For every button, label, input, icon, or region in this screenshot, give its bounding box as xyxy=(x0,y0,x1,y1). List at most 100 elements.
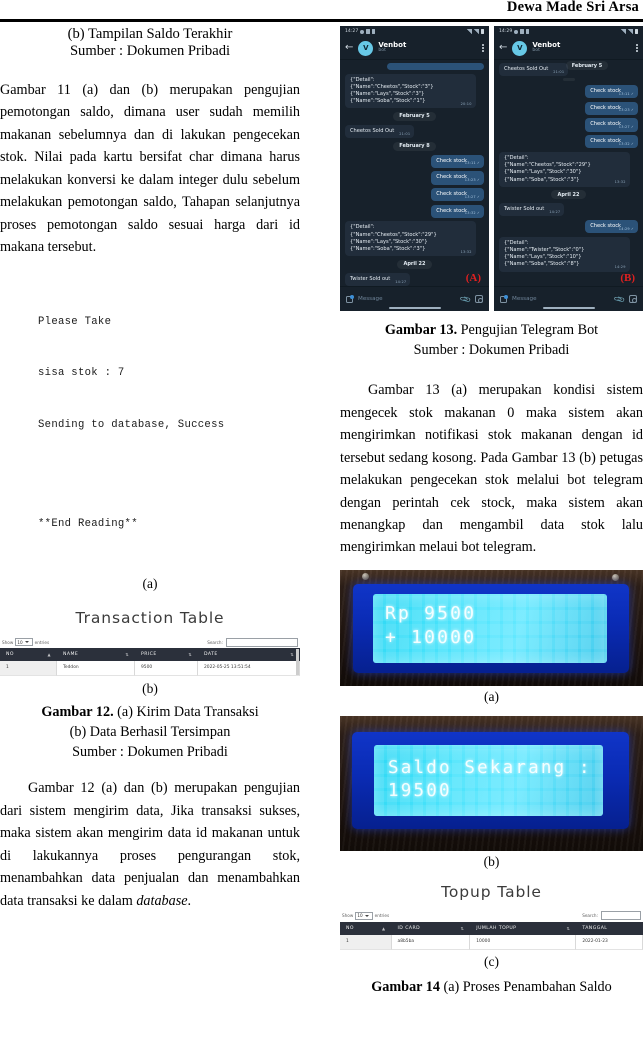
figure-14-caption: Gambar 14 (a) Proses Penambahan Saldo xyxy=(340,977,643,997)
topup-col-id-card[interactable]: ID CARD ⇅ xyxy=(392,921,471,935)
table-row[interactable]: 1 a8b5ba 10000 2022-01-23 xyxy=(340,934,643,950)
battery-icon xyxy=(634,28,638,35)
transaction-search-input[interactable] xyxy=(226,637,298,647)
message-line: {"Name":"Cheetos","Stock":"3"} xyxy=(350,83,434,90)
transaction-col-price[interactable]: PRICE ⇅ xyxy=(135,648,198,661)
list-item[interactable]: Twister Sold out 14:27 xyxy=(345,272,411,286)
message-line: Check stock xyxy=(590,104,621,111)
list-item[interactable]: Check stock 13:23✓ xyxy=(431,171,484,185)
transaction-cell-date: 2022-05-25 13:51:54 xyxy=(198,661,300,676)
topup-table-screenshot[interactable]: Show 10 entries Search: NO ▲ ID CARD ⇅ J… xyxy=(340,909,643,950)
message-timestamp: 13:27✓ xyxy=(618,125,634,130)
topup-page-length-select[interactable]: 10 xyxy=(355,911,373,920)
message-line: {"Name":"Soba","Stock":"3"} xyxy=(350,246,426,253)
figure-13-caption-text: Pengujian Telegram Bot xyxy=(457,322,599,338)
phone-a-message-composer[interactable]: Message 📎 xyxy=(340,286,489,311)
topup-col-no[interactable]: NO ▲ xyxy=(340,921,392,935)
list-item[interactable]: {"Detail": {"Name":"Twister","Stock":"0"… xyxy=(499,236,630,272)
message-timestamp: 13:23✓ xyxy=(618,108,634,113)
sort-toggle-icon: ⇅ xyxy=(566,925,571,931)
left-paragraph-2-text: Gambar 12 (a) dan (b) merupakan pengujia… xyxy=(0,780,300,909)
camera-icon[interactable] xyxy=(475,295,483,303)
list-item[interactable]: Check stock 14:29✓ xyxy=(585,219,638,234)
topup-search-input[interactable] xyxy=(601,911,641,921)
lcd-a-text: Rp 9500 + 10000 xyxy=(385,602,476,650)
transaction-search-control[interactable]: Search: xyxy=(207,637,298,647)
message-line: {"Detail": xyxy=(350,76,375,83)
phone-b-message-list[interactable]: Cheetos Sold Out 21:01 February 5 Check … xyxy=(494,60,643,286)
topup-entries-control[interactable]: Show 10 entries xyxy=(342,911,389,920)
message-input[interactable]: Message xyxy=(512,296,610,302)
message-line: Check stock xyxy=(590,121,621,128)
topup-col-tanggal[interactable]: TANGGAL xyxy=(576,921,643,935)
message-timestamp: 14:27 xyxy=(395,279,407,284)
topup-cell-id-card: a8b5ba xyxy=(391,934,471,950)
topup-search-control[interactable]: Search: xyxy=(582,911,641,921)
list-item[interactable]: Check stock 13:27✓ xyxy=(431,188,484,202)
attachment-icon[interactable]: 📎 xyxy=(613,293,626,306)
back-arrow-icon[interactable]: ← xyxy=(499,43,507,53)
transaction-page-length-select[interactable]: 10 xyxy=(15,638,33,646)
list-item[interactable]: Check stock 13:11✓ xyxy=(585,85,638,99)
transaction-col-no[interactable]: NO ▲ xyxy=(0,648,57,661)
list-item[interactable]: Check stock 13:27✓ xyxy=(585,118,638,132)
overflow-menu-icon[interactable] xyxy=(636,43,638,53)
list-item[interactable]: {"Detail": {"Name":"Cheetos","Stock":"29… xyxy=(499,151,630,187)
serial-line-3: Sending to database, Success xyxy=(38,418,225,431)
message-timestamp: 13:27✓ xyxy=(464,194,480,199)
chevron-down-icon xyxy=(24,641,29,643)
figure-12-label: Gambar 12. xyxy=(41,704,114,720)
transaction-table-screenshot[interactable]: Show 10 entries Search: NO ▲ NAME ⇅ PRIC… xyxy=(0,636,300,676)
message-input[interactable]: Message xyxy=(358,296,456,302)
list-item[interactable]: Check stock 13:32✓ xyxy=(431,204,484,218)
topup-page-length-value: 10 xyxy=(357,913,363,919)
figure-12a-sublabel: (a) xyxy=(142,576,158,591)
transaction-entries-control[interactable]: Show 10 entries xyxy=(2,638,49,646)
message-line: Cheetos Sold Out xyxy=(350,127,395,134)
camera-icon[interactable] xyxy=(629,295,637,303)
message-line: {"Name":"Cheetos","Stock":"29"} xyxy=(504,162,591,169)
read-receipt-icon: ✓ xyxy=(630,91,634,96)
emoji-icon[interactable] xyxy=(346,294,354,303)
overflow-menu-icon[interactable] xyxy=(482,43,484,53)
left-paragraph-1: Gambar 11 (a) dan (b) merupakan pengujia… xyxy=(0,82,300,256)
sort-toggle-icon: ⇅ xyxy=(125,651,129,657)
signal-bars-icon xyxy=(466,29,472,34)
message-timestamp: 20:10 xyxy=(460,101,472,106)
lcd-a-line-2: + 10000 xyxy=(385,626,477,648)
message-timestamp: 13:32 xyxy=(614,180,626,185)
table-row[interactable]: 1 Teddon 9500 2022-05-25 13:51:54 xyxy=(0,661,300,676)
phone-a-message-list[interactable]: {"Detail": {"Name":"Cheetos","Stock":"3"… xyxy=(340,60,489,286)
figure-12-caption-text: (a) Kirim Data Transaksi xyxy=(113,704,259,720)
transaction-col-date-label: DATE xyxy=(204,652,218,657)
topup-search-label: Search: xyxy=(582,913,598,919)
list-item[interactable]: Cheetos Sold Out 21:01 xyxy=(499,63,569,77)
emoji-icon[interactable] xyxy=(500,294,508,303)
phone-b-message-composer[interactable]: Message 📎 xyxy=(494,286,643,311)
telegram-screenshot-a[interactable]: 14:27 ← V Venbot bot {"Detail": {"Name":… xyxy=(340,26,489,311)
serial-blank-line xyxy=(38,468,300,481)
avatar: V xyxy=(358,40,374,56)
back-arrow-icon[interactable]: ← xyxy=(345,43,353,53)
left-paragraph-2-italic: database xyxy=(136,892,188,909)
list-item[interactable]: Cheetos Sold Out 21:01 xyxy=(345,124,415,139)
date-separator: February 8 xyxy=(393,141,436,151)
transaction-page-length-value: 10 xyxy=(17,639,23,645)
telegram-screenshot-b[interactable]: 14:29 ← V Venbot bot Cheetos Sold Out 21… xyxy=(494,26,643,311)
list-item[interactable]: Check stock 13:23✓ xyxy=(585,101,638,115)
transaction-col-date[interactable]: DATE ⇅ xyxy=(198,648,300,661)
table-scrollbar[interactable] xyxy=(296,649,299,675)
list-item[interactable]: {"Detail": {"Name":"Cheetos","Stock":"3"… xyxy=(345,73,476,109)
transaction-col-name[interactable]: NAME ⇅ xyxy=(57,648,135,661)
message-timestamp: 14:27 xyxy=(549,209,561,214)
date-separator: April 22 xyxy=(551,190,586,200)
lcd-b-line-2: 19500 xyxy=(388,780,452,801)
transaction-table-controls: Show 10 entries Search: xyxy=(0,636,300,648)
topup-col-jumlah[interactable]: JUMLAH TOPUP ⇅ xyxy=(470,921,577,935)
list-item[interactable]: Check stock 13:32✓ xyxy=(585,135,638,149)
list-item[interactable]: Twister Sold out 14:27 xyxy=(499,203,565,217)
attachment-icon[interactable]: 📎 xyxy=(459,293,472,306)
date-separator xyxy=(562,78,575,81)
list-item[interactable]: {"Detail": {"Name":"Cheetos","Stock":"29… xyxy=(345,221,476,257)
list-item[interactable]: Check stock 13:11✓ xyxy=(431,154,484,168)
